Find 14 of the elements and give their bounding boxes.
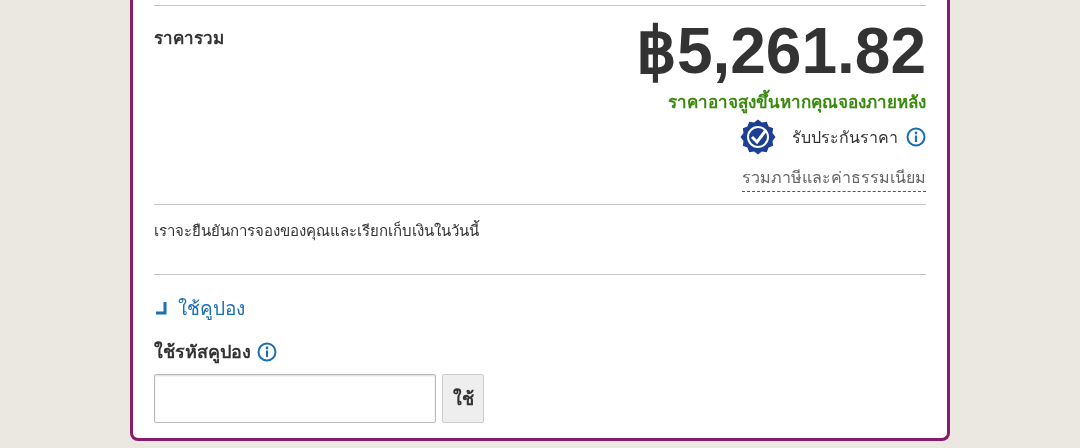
caret-icon [154, 301, 168, 315]
info-icon[interactable] [257, 341, 277, 362]
taxes-note[interactable]: รวมภาษีและค่าธรรมเนียม [742, 165, 926, 192]
total-price: ฿5,261.82 [635, 20, 926, 82]
coupon-input[interactable] [154, 374, 436, 423]
coupon-code-label: ใช้รหัสคูปอง [154, 340, 251, 366]
charge-notice: เราจะยืนยันการจองของคุณและเรียกเก็บเงินในวันนี้ [154, 219, 481, 243]
info-icon[interactable] [906, 127, 926, 147]
guarantee-text: รับประกันราคา [792, 126, 898, 149]
coupon-toggle[interactable]: ใช้คูปอง [154, 293, 245, 323]
badge-check-icon [740, 119, 776, 155]
price-warning: ราคาอาจสูงขึ้นหากคุณจองภายหลัง [668, 88, 926, 115]
apply-button[interactable]: ใช้ [442, 374, 484, 423]
total-label: ราคารวม [154, 27, 224, 50]
